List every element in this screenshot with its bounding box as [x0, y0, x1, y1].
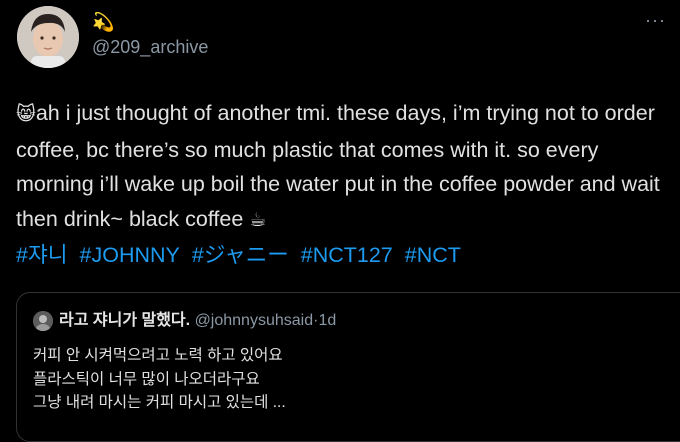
coffee-emoji: ☕	[249, 209, 267, 231]
hashtag-johnny-korean[interactable]: #쟈니	[16, 243, 68, 267]
hashtag-johnny-japanese[interactable]: #ジャニー	[192, 243, 289, 267]
quoted-timestamp[interactable]: 1d	[318, 312, 336, 329]
hashtag-list: #쟈니 #JOHNNY #ジャニー #NCT127 #NCT	[16, 238, 467, 272]
hashtag-johnny[interactable]: #JOHNNY	[80, 243, 180, 267]
quoted-handle[interactable]: @johnnysuhsaid	[195, 312, 314, 329]
user-handle[interactable]: @209_archive	[92, 36, 208, 58]
more-horizontal-icon[interactable]: ···	[645, 10, 666, 31]
avatar[interactable]	[17, 6, 79, 68]
quoted-user-avatar[interactable]	[33, 311, 53, 331]
quoted-line: 그냥 내려 마시는 커피 마시고 있는데 ...	[33, 394, 286, 411]
quoted-avatar-image	[33, 311, 53, 331]
tweet-body: ah i just thought of another tmi. these …	[16, 101, 660, 231]
hashtag-nct127[interactable]: #NCT127	[301, 243, 393, 267]
quoted-tweet-text: 커피 안 시켜먹으려고 노력 하고 있어요 플라스틱이 너무 많이 나오더라구요…	[33, 344, 286, 415]
grinning-cat-emoji: 😸	[16, 104, 36, 125]
quoted-tweet[interactable]: 라고 쟈니가 말했다. @johnnysuhsaid·1d 커피 안 시켜먹으려…	[16, 292, 680, 442]
quoted-display-name[interactable]: 라고 쟈니가 말했다.	[59, 312, 190, 329]
display-name-emoji[interactable]: 💫	[92, 12, 114, 32]
avatar-photo	[17, 6, 79, 68]
quoted-line: 플라스틱이 너무 많이 나오더라구요	[33, 370, 260, 388]
hashtag-nct[interactable]: #NCT	[405, 243, 461, 267]
quoted-tweet-header: 라고 쟈니가 말했다. @johnnysuhsaid·1d	[59, 310, 336, 332]
quoted-line: 커피 안 시켜먹으려고 노력 하고 있어요	[33, 347, 283, 364]
tweet-text: 😸ah i just thought of another tmi. these…	[16, 96, 666, 238]
